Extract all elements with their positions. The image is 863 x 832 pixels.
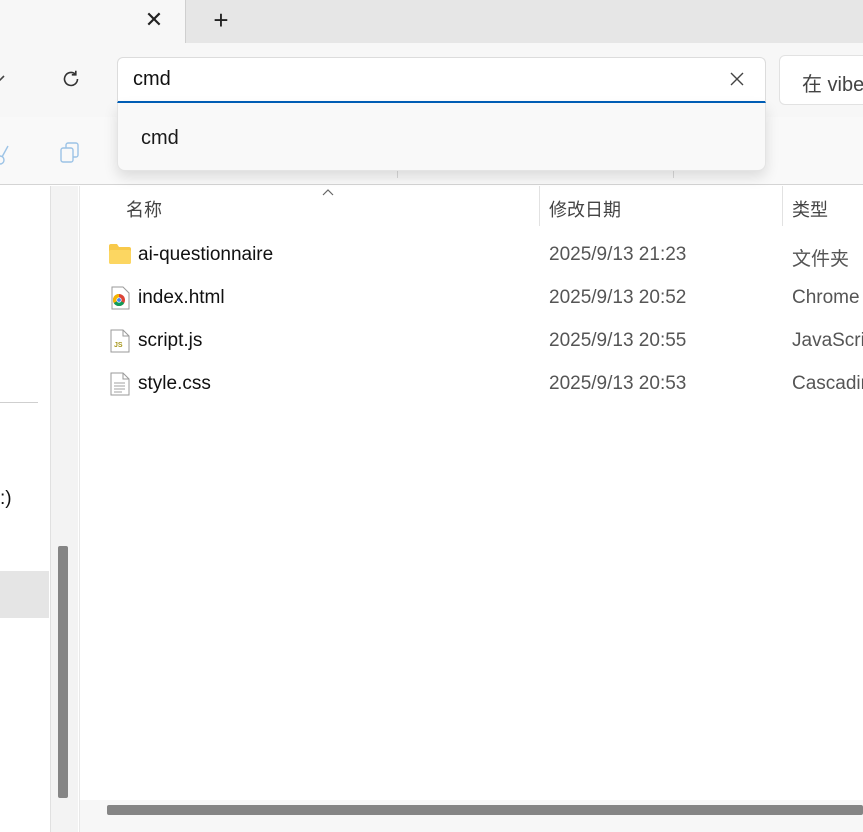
suggestion-item[interactable]: cmd xyxy=(141,127,179,150)
file-type: Cascadin xyxy=(792,373,863,394)
horizontal-scrollbar-thumb[interactable] xyxy=(107,805,863,815)
file-type: 文件夹 xyxy=(792,249,850,270)
nav-scrollbar-thumb[interactable] xyxy=(58,546,68,798)
column-header-name[interactable]: 名称 xyxy=(126,196,162,222)
column-divider[interactable] xyxy=(782,186,783,226)
file-name[interactable]: style.css xyxy=(138,373,211,395)
file-name[interactable]: index.html xyxy=(138,287,225,309)
nav-item-selected[interactable] xyxy=(0,571,49,618)
column-header-type[interactable]: 类型 xyxy=(792,196,828,222)
refresh-icon[interactable] xyxy=(58,66,84,92)
file-date: 2025/9/13 20:53 xyxy=(549,373,687,394)
copy-icon[interactable] xyxy=(58,140,82,166)
cut-icon[interactable] xyxy=(0,140,10,168)
chrome-html-icon xyxy=(108,286,132,310)
nav-item-drive[interactable]: :) xyxy=(0,488,12,510)
up-arrow-icon[interactable] xyxy=(0,66,12,90)
file-type: Chrome xyxy=(792,287,860,308)
file-name[interactable]: script.js xyxy=(138,330,202,352)
folder-icon xyxy=(108,243,132,267)
search-placeholder[interactable]: 在 vibe xyxy=(802,68,863,97)
address-input[interactable] xyxy=(117,57,766,103)
sort-ascending-icon xyxy=(322,184,334,196)
css-file-icon xyxy=(108,372,132,396)
file-name[interactable]: ai-questionnaire xyxy=(138,244,273,266)
address-input-value[interactable]: cmd xyxy=(133,68,171,91)
new-tab-button[interactable]: + xyxy=(206,5,236,35)
file-date: 2025/9/13 21:23 xyxy=(549,244,687,265)
column-header-date[interactable]: 修改日期 xyxy=(549,196,621,222)
file-date: 2025/9/13 20:55 xyxy=(549,330,687,351)
svg-text:JS: JS xyxy=(114,342,123,349)
file-date: 2025/9/13 20:52 xyxy=(549,287,687,308)
address-suggestions-dropdown xyxy=(117,103,766,171)
clear-icon[interactable] xyxy=(724,66,750,92)
column-divider[interactable] xyxy=(539,186,540,226)
file-type: JavaScrip xyxy=(792,330,863,351)
close-tab-icon[interactable]: ✕ xyxy=(140,6,168,34)
js-file-icon: JS xyxy=(108,329,132,353)
nav-divider xyxy=(0,402,38,403)
